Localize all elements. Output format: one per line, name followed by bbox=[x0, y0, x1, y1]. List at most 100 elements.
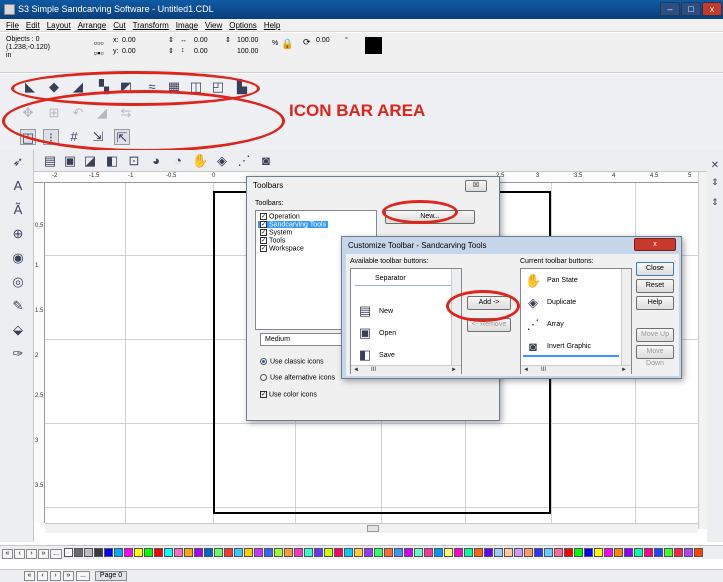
palette-swatch[interactable] bbox=[374, 548, 383, 557]
art-text-icon[interactable]: Ã bbox=[10, 202, 26, 218]
next-page-button[interactable]: › bbox=[50, 571, 61, 581]
prev-page-button[interactable]: ‹ bbox=[37, 571, 48, 581]
scale-y-value[interactable]: 100.00 bbox=[237, 48, 258, 55]
checkbox-icon[interactable]: ✓ bbox=[260, 229, 267, 236]
palette-swatch[interactable] bbox=[534, 548, 543, 557]
menu-layout[interactable]: Layout bbox=[47, 19, 71, 31]
minimize-button[interactable]: – bbox=[660, 2, 680, 16]
palette-swatch[interactable] bbox=[464, 548, 473, 557]
fill-icon[interactable]: ✑ bbox=[10, 346, 26, 362]
text-a-icon[interactable]: A bbox=[10, 178, 26, 194]
palette-swatch[interactable] bbox=[514, 548, 523, 557]
palette-swatch[interactable] bbox=[184, 548, 193, 557]
shape-icon[interactable]: ◉ bbox=[10, 250, 26, 266]
zoom-in-icon[interactable]: ◕ bbox=[148, 153, 164, 169]
palette-swatch[interactable] bbox=[454, 548, 463, 557]
node-icon[interactable]: ⊡ bbox=[126, 153, 142, 169]
palette-swatch[interactable] bbox=[364, 548, 373, 557]
anchor-grid-icon[interactable]: ▫▫▫ ▫▪▫ bbox=[94, 38, 104, 58]
current-pan-state[interactable]: Pan State bbox=[547, 277, 578, 284]
palette-swatch[interactable] bbox=[334, 548, 343, 557]
last-page-button[interactable]: » bbox=[63, 571, 74, 581]
palette-swatch[interactable] bbox=[174, 548, 183, 557]
palette-swatch[interactable] bbox=[154, 548, 163, 557]
palette-swatch[interactable] bbox=[304, 548, 313, 557]
width-value[interactable]: 0.00 bbox=[194, 37, 208, 44]
menu-arrange[interactable]: Arrange bbox=[78, 19, 106, 31]
palette-prev-button[interactable]: ‹ bbox=[14, 549, 25, 559]
scale-x-value[interactable]: 100.00 bbox=[237, 37, 258, 44]
spin-up-icon[interactable]: ⇕ bbox=[168, 36, 174, 44]
move-down-button[interactable]: Move Down bbox=[636, 345, 674, 367]
palette-swatch[interactable] bbox=[214, 548, 223, 557]
array-icon[interactable]: ⋰ bbox=[236, 153, 252, 169]
available-save[interactable]: Save bbox=[379, 352, 395, 359]
palette-swatch[interactable] bbox=[424, 548, 433, 557]
palette-swatch[interactable] bbox=[204, 548, 213, 557]
color-swatch[interactable] bbox=[365, 37, 382, 54]
menu-view[interactable]: View bbox=[205, 19, 222, 31]
current-invert-graphic[interactable]: Invert Graphic bbox=[547, 343, 591, 350]
palette-next-button[interactable]: › bbox=[26, 549, 37, 559]
palette-swatch[interactable] bbox=[134, 548, 143, 557]
zoom-out-icon[interactable]: ◔ bbox=[170, 153, 186, 169]
palette-swatch[interactable] bbox=[144, 548, 153, 557]
palette-swatch[interactable] bbox=[324, 548, 333, 557]
palette-swatch[interactable] bbox=[164, 548, 173, 557]
zoom-icon[interactable]: ⊕ bbox=[10, 226, 26, 242]
palette-swatch[interactable] bbox=[234, 548, 243, 557]
x-value[interactable]: 0.00 bbox=[122, 37, 136, 44]
checkbox-icon[interactable]: ✓ bbox=[260, 213, 267, 220]
move-up-button[interactable]: Move Up bbox=[636, 328, 674, 342]
palette-swatch[interactable] bbox=[84, 548, 93, 557]
menu-transform[interactable]: Transform bbox=[133, 19, 169, 31]
add-page-button[interactable]: ... bbox=[76, 571, 90, 581]
height-value[interactable]: 0.00 bbox=[194, 48, 208, 55]
checkbox-icon[interactable]: ✓ bbox=[260, 391, 267, 398]
open-folder-icon[interactable]: ▣ bbox=[62, 153, 78, 169]
panel-arrow-icon[interactable]: ⇕ bbox=[707, 194, 723, 210]
palette-last-button[interactable]: » bbox=[38, 549, 49, 559]
close-window-button[interactable]: x bbox=[702, 2, 722, 16]
palette-swatch[interactable] bbox=[524, 548, 533, 557]
palette-swatch[interactable] bbox=[394, 548, 403, 557]
cut-icon[interactable]: ◪ bbox=[82, 153, 98, 169]
palette-swatch[interactable] bbox=[474, 548, 483, 557]
palette-swatch[interactable] bbox=[254, 548, 263, 557]
palette-swatch[interactable] bbox=[584, 548, 593, 557]
page-tab[interactable]: Page 0 bbox=[95, 571, 127, 581]
palette-swatch[interactable] bbox=[694, 548, 703, 557]
palette-swatch[interactable] bbox=[594, 548, 603, 557]
rotation-value[interactable]: 0.00 bbox=[316, 37, 330, 44]
palette-swatch[interactable] bbox=[244, 548, 253, 557]
palette-swatch[interactable] bbox=[484, 548, 493, 557]
duplicate-icon[interactable]: ◈ bbox=[214, 153, 230, 169]
menu-edit[interactable]: Edit bbox=[26, 19, 40, 31]
palette-swatch[interactable] bbox=[384, 548, 393, 557]
checkbox-icon[interactable]: ✓ bbox=[260, 245, 267, 252]
radio-icon[interactable] bbox=[260, 374, 267, 381]
toolbar-item-system[interactable]: ✓ System bbox=[260, 229, 292, 236]
menu-cut[interactable]: Cut bbox=[113, 19, 125, 31]
maximize-button[interactable]: □ bbox=[681, 2, 701, 16]
palette-swatch[interactable] bbox=[294, 548, 303, 557]
customize-close-icon[interactable]: x bbox=[634, 238, 676, 251]
lock-icon[interactable]: 🔒 bbox=[281, 39, 293, 50]
pen-icon[interactable]: ✎ bbox=[10, 298, 26, 314]
close-button[interactable]: Close bbox=[636, 262, 674, 276]
invert-graphic-icon[interactable]: ◙ bbox=[258, 153, 274, 169]
available-open[interactable]: Open bbox=[379, 330, 396, 337]
reset-button[interactable]: Reset bbox=[636, 279, 674, 293]
scale-spin-icon[interactable]: ⇕ bbox=[225, 36, 231, 44]
palette-swatch[interactable] bbox=[124, 548, 133, 557]
palette-swatch[interactable] bbox=[354, 548, 363, 557]
close-panel-icon[interactable]: ✕ bbox=[707, 158, 723, 174]
palette-swatch[interactable] bbox=[554, 548, 563, 557]
palette-swatch[interactable] bbox=[274, 548, 283, 557]
classic-icons-option[interactable]: Use classic icons bbox=[260, 358, 324, 365]
palette-swatch[interactable] bbox=[114, 548, 123, 557]
palette-swatch[interactable] bbox=[544, 548, 553, 557]
available-hscroll[interactable]: ◄ III ► bbox=[351, 365, 461, 374]
y-value[interactable]: 0.00 bbox=[122, 48, 136, 55]
palette-swatch[interactable] bbox=[94, 548, 103, 557]
